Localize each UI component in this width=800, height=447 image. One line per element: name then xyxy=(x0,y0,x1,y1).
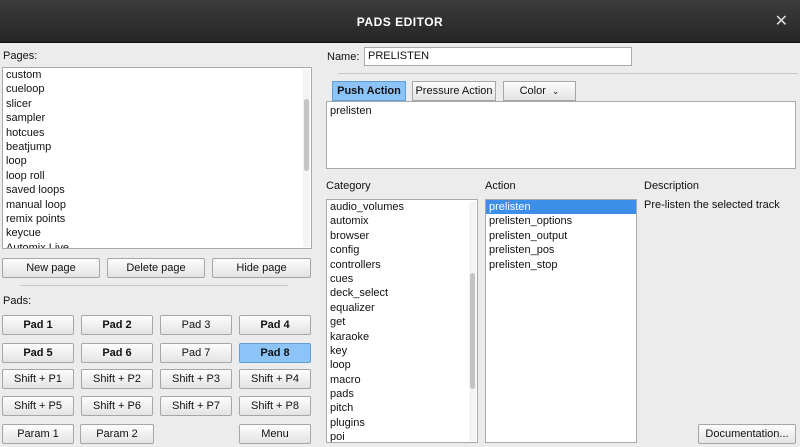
page-list-item[interactable]: slicer xyxy=(3,97,311,111)
param1-button[interactable]: Param 1 xyxy=(2,424,74,444)
action-list-item[interactable]: prelisten_output xyxy=(486,229,636,243)
category-list-item[interactable]: macro xyxy=(327,373,477,387)
action-list-item[interactable]: prelisten_pos xyxy=(486,243,636,257)
category-list-item[interactable]: controllers xyxy=(327,258,477,272)
pages-scrollbar[interactable] xyxy=(303,69,310,247)
action-list-item[interactable]: prelisten xyxy=(486,200,636,215)
category-list-item[interactable]: pitch xyxy=(327,401,477,415)
action-list-item[interactable]: prelisten_options xyxy=(486,214,636,228)
pad-button-shift-p3[interactable]: Shift + P3 xyxy=(160,369,232,389)
pad-button-shift-p5[interactable]: Shift + P5 xyxy=(2,396,74,416)
action-list-item[interactable]: prelisten_stop xyxy=(486,258,636,272)
category-list-item[interactable]: automix xyxy=(327,214,477,228)
category-list-item[interactable]: pads xyxy=(327,387,477,401)
category-list-item[interactable]: equalizer xyxy=(327,301,477,315)
page-list-item[interactable]: keycue xyxy=(3,226,311,240)
documentation-button[interactable]: Documentation... xyxy=(698,424,796,444)
pad-button-shift-p6[interactable]: Shift + P6 xyxy=(81,396,153,416)
name-label: Name: xyxy=(327,51,360,63)
category-list-item[interactable]: poi xyxy=(327,430,477,442)
pages-scroll-thumb[interactable] xyxy=(304,99,309,171)
page-list-item[interactable]: hotcues xyxy=(3,126,311,140)
pad-button-shift-p2[interactable]: Shift + P2 xyxy=(81,369,153,389)
page-list-item[interactable]: cueloop xyxy=(3,82,311,96)
page-list-item[interactable]: remix points xyxy=(3,212,311,226)
pad-button-pad-3[interactable]: Pad 3 xyxy=(160,315,232,335)
color-dropdown-label: Color xyxy=(519,85,546,97)
pad-button-shift-p4[interactable]: Shift + P4 xyxy=(239,369,311,389)
pad-button-pad-2[interactable]: Pad 2 xyxy=(81,315,153,335)
category-scroll-thumb[interactable] xyxy=(470,273,475,389)
pad-button-pad-7[interactable]: Pad 7 xyxy=(160,343,232,363)
description-text: Pre-listen the selected track xyxy=(644,199,780,211)
category-list-item[interactable]: get xyxy=(327,315,477,329)
category-list-item[interactable]: cues xyxy=(327,272,477,286)
pad-button-pad-6[interactable]: Pad 6 xyxy=(81,343,153,363)
pad-button-shift-p7[interactable]: Shift + P7 xyxy=(160,396,232,416)
page-list-item[interactable]: loop roll xyxy=(3,169,311,183)
pages-list[interactable]: custom cueloop slicer sampler hotcues beatjum… xyxy=(2,67,312,249)
pad-button-pad-1[interactable]: Pad 1 xyxy=(2,315,74,335)
action-list[interactable]: prelisten prelisten_options prelisten_outp… xyxy=(485,199,637,443)
page-list-item[interactable]: manual loop xyxy=(3,198,311,212)
category-list-item[interactable]: deck_select xyxy=(327,286,477,300)
pad-button-shift-p1[interactable]: Shift + P1 xyxy=(2,369,74,389)
category-list-item[interactable]: browser xyxy=(327,229,477,243)
category-list[interactable]: audio_volumes automix browser config control… xyxy=(326,199,478,443)
window-title: PADS EDITOR xyxy=(356,15,444,29)
category-list-item[interactable]: plugins xyxy=(327,416,477,430)
chevron-down-icon: ⌄ xyxy=(551,86,560,96)
category-label: Category xyxy=(326,180,371,192)
description-label: Description xyxy=(644,180,700,192)
pages-label: Pages: xyxy=(3,50,38,62)
pad-button-shift-p8[interactable]: Shift + P8 xyxy=(239,396,311,416)
action-label: Action xyxy=(485,180,516,192)
delete-page-button[interactable]: Delete page xyxy=(107,258,205,278)
category-list-item[interactable]: audio_volumes xyxy=(327,200,477,214)
pad-button-pad-4[interactable]: Pad 4 xyxy=(239,315,311,335)
divider xyxy=(338,73,798,74)
title-bar: PADS EDITOR ✕ xyxy=(0,0,800,43)
color-dropdown[interactable]: Color ⌄ xyxy=(503,81,576,101)
page-list-item[interactable]: Automix Live xyxy=(3,241,311,248)
param2-button[interactable]: Param 2 xyxy=(80,424,154,444)
tab-pressure-action[interactable]: Pressure Action xyxy=(412,81,496,101)
page-list-item[interactable]: loop xyxy=(3,154,311,168)
menu-button[interactable]: Menu xyxy=(239,424,311,444)
category-list-item[interactable]: karaoke xyxy=(327,330,477,344)
page-list-item[interactable]: sampler xyxy=(3,111,311,125)
tab-push-action[interactable]: Push Action xyxy=(332,81,406,101)
category-list-item[interactable]: key xyxy=(327,344,477,358)
name-field[interactable]: PRELISTEN xyxy=(364,47,632,66)
category-list-item[interactable]: config xyxy=(327,243,477,257)
divider xyxy=(20,285,288,286)
page-list-item[interactable]: beatjump xyxy=(3,140,311,154)
pad-button-pad-5[interactable]: Pad 5 xyxy=(2,343,74,363)
page-list-item[interactable]: custom xyxy=(3,68,311,82)
category-list-item[interactable]: loop xyxy=(327,358,477,372)
pads-label: Pads: xyxy=(3,295,32,307)
hide-page-button[interactable]: Hide page xyxy=(212,258,311,278)
pad-button-pad-8[interactable]: Pad 8 xyxy=(239,343,311,363)
script-editor[interactable]: prelisten xyxy=(326,101,796,169)
new-page-button[interactable]: New page xyxy=(2,258,100,278)
page-list-item[interactable]: saved loops xyxy=(3,183,311,197)
close-icon[interactable]: ✕ xyxy=(775,11,788,31)
category-scrollbar[interactable] xyxy=(469,201,476,441)
